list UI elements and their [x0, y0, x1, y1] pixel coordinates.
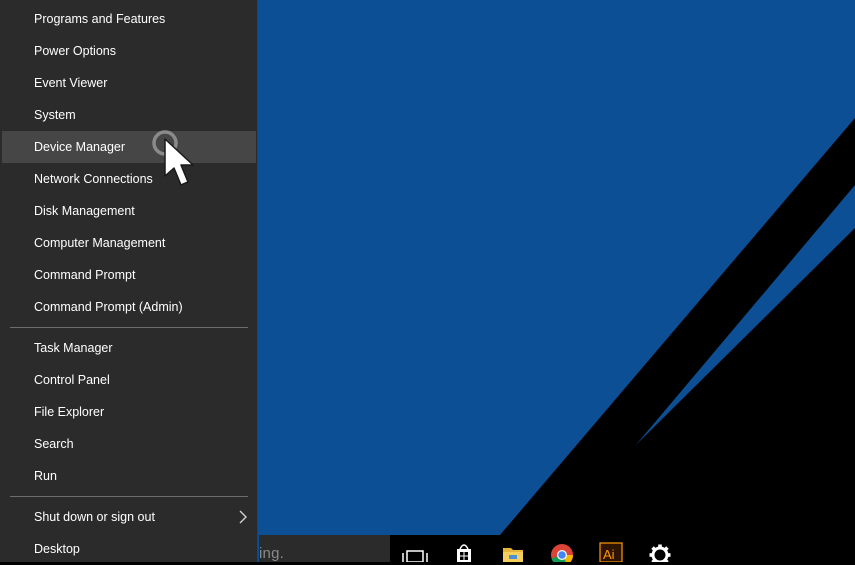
menu-item-label: Power Options — [34, 44, 116, 58]
svg-text:Ai: Ai — [603, 547, 615, 562]
menu-item-label: Run — [34, 469, 57, 483]
menu-item-label: Shut down or sign out — [34, 510, 155, 524]
menu-item-label: System — [34, 108, 76, 122]
file-explorer-icon[interactable] — [489, 535, 537, 562]
menu-separator — [10, 327, 248, 328]
menu-item-shut-down-or-sign-out[interactable]: Shut down or sign out — [2, 501, 256, 533]
menu-item-task-manager[interactable]: Task Manager — [2, 332, 256, 364]
menu-item-label: Programs and Features — [34, 12, 166, 26]
menu-item-label: Command Prompt — [34, 268, 136, 282]
menu-item-label: File Explorer — [34, 405, 105, 419]
menu-item-label: Command Prompt (Admin) — [34, 300, 183, 314]
menu-item-programs-and-features[interactable]: Programs and Features — [2, 3, 256, 35]
task-view-icon[interactable] — [391, 535, 439, 562]
menu-item-label: Search — [34, 437, 74, 451]
menu-item-label: Computer Management — [34, 236, 166, 250]
menu-item-disk-management[interactable]: Disk Management — [2, 195, 256, 227]
menu-item-event-viewer[interactable]: Event Viewer — [2, 67, 256, 99]
menu-item-file-explorer[interactable]: File Explorer — [2, 396, 256, 428]
settings-icon[interactable] — [636, 535, 684, 562]
store-icon[interactable] — [440, 535, 488, 562]
menu-item-label: Device Manager — [34, 140, 126, 154]
menu-item-desktop[interactable]: Desktop — [2, 533, 256, 565]
menu-item-run[interactable]: Run — [2, 460, 256, 492]
taskbar-search-text: ing. — [259, 545, 284, 562]
chrome-icon[interactable] — [538, 535, 586, 562]
mouse-pointer-busy-icon — [150, 128, 205, 190]
power-user-menu: Programs and Features Power Options Even… — [0, 0, 258, 562]
menu-separator — [10, 496, 248, 497]
menu-item-system[interactable]: System — [2, 99, 256, 131]
menu-item-label: Control Panel — [34, 373, 110, 387]
menu-item-label: Desktop — [34, 542, 80, 556]
menu-item-device-manager[interactable]: Device Manager — [2, 131, 256, 163]
taskbar-search-box[interactable]: ing. — [259, 535, 390, 562]
menu-item-label: Event Viewer — [34, 76, 108, 90]
menu-item-label: Task Manager — [34, 341, 113, 355]
menu-item-command-prompt-admin[interactable]: Command Prompt (Admin) — [2, 291, 256, 323]
taskbar: ing. Ai — [259, 535, 855, 562]
menu-item-computer-management[interactable]: Computer Management — [2, 227, 256, 259]
menu-item-command-prompt[interactable]: Command Prompt — [2, 259, 256, 291]
illustrator-icon[interactable]: Ai — [587, 535, 635, 562]
menu-item-network-connections[interactable]: Network Connections — [2, 163, 256, 195]
chevron-right-icon — [238, 501, 248, 533]
menu-item-label: Disk Management — [34, 204, 135, 218]
menu-item-label: Network Connections — [34, 172, 153, 186]
menu-item-power-options[interactable]: Power Options — [2, 35, 256, 67]
menu-item-control-panel[interactable]: Control Panel — [2, 364, 256, 396]
menu-item-search[interactable]: Search — [2, 428, 256, 460]
